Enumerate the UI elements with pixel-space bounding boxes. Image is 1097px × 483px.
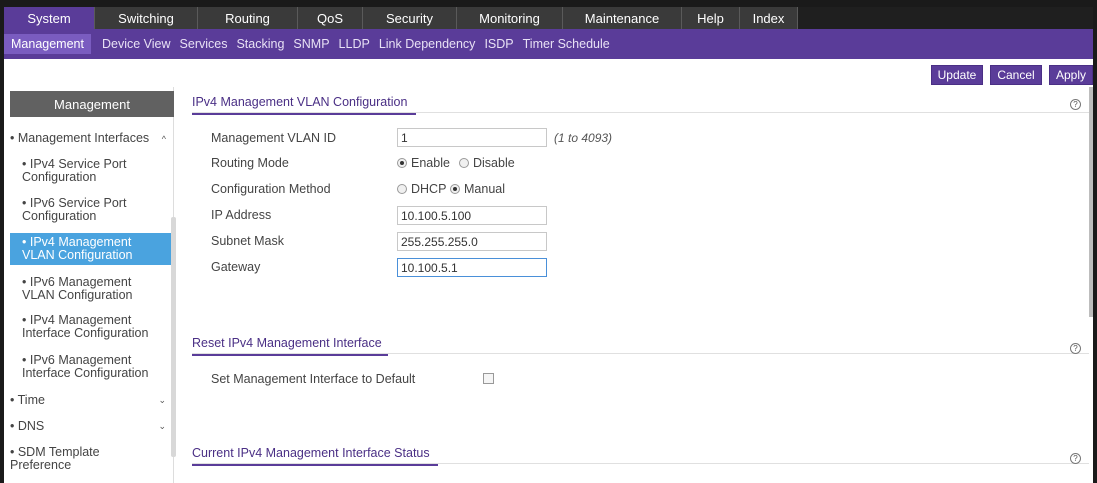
sidebar-item-label: • Management Interfaces	[10, 131, 150, 145]
label-ip-address: IP Address	[211, 208, 272, 222]
section-title-vlan-config: IPv4 Management VLAN Configuration	[192, 95, 416, 115]
routing-enable-radio[interactable]	[397, 158, 407, 168]
subnav-stacking[interactable]: Stacking	[236, 37, 284, 51]
sidebar-scrollbar[interactable]	[171, 217, 176, 457]
subnav-services[interactable]: Services	[180, 37, 228, 51]
sidebar-item-ipv6-service-port[interactable]: • IPv6 Service Port Configuration	[10, 197, 160, 223]
sidebar-item-sdm-template[interactable]: • SDM Template Preference	[10, 446, 130, 472]
subnav-lldp[interactable]: LLDP	[339, 37, 370, 51]
chevron-down-icon[interactable]: ⌄	[158, 394, 166, 407]
label-set-default: Set Management Interface to Default	[211, 372, 416, 386]
sidebar-title: Management	[10, 91, 174, 117]
subnav-management[interactable]: Management	[4, 34, 91, 54]
help-icon[interactable]: ?	[1070, 99, 1081, 110]
tab-index[interactable]: Index	[740, 7, 798, 29]
label-config-method: Configuration Method	[211, 182, 331, 196]
tab-qos[interactable]: QoS	[298, 7, 363, 29]
label-routing-mode: Routing Mode	[211, 156, 289, 170]
method-manual-radio[interactable]	[450, 184, 460, 194]
sidebar-item-management-interfaces[interactable]: • Management Interfaces ^	[10, 132, 174, 145]
method-manual-label: Manual	[464, 182, 505, 196]
tab-routing[interactable]: Routing	[198, 7, 298, 29]
routing-enable-label: Enable	[411, 156, 450, 170]
sidebar-item-time[interactable]: • Time ⌄	[10, 394, 174, 407]
ip-address-input[interactable]: 10.100.5.100	[397, 206, 547, 225]
sidebar-item-ipv4-service-port[interactable]: • IPv4 Service Port Configuration	[10, 158, 160, 184]
routing-disable-radio[interactable]	[459, 158, 469, 168]
update-button[interactable]: Update	[931, 65, 983, 85]
tab-help[interactable]: Help	[682, 7, 740, 29]
tab-security[interactable]: Security	[363, 7, 457, 29]
label-subnet-mask: Subnet Mask	[211, 234, 284, 248]
subnet-mask-input[interactable]: 255.255.255.0	[397, 232, 547, 251]
method-dhcp-label: DHCP	[411, 182, 447, 196]
action-bar: Update Cancel Apply	[4, 59, 1093, 87]
tab-system[interactable]: System	[4, 7, 95, 29]
vlan-id-range-hint: (1 to 4093)	[554, 131, 613, 145]
top-nav: System Switching Routing QoS Security Mo…	[4, 0, 1093, 29]
sidebar-item-ipv4-mgmt-vlan[interactable]: • IPv4 Management VLAN Configuration	[10, 233, 174, 265]
chevron-down-icon[interactable]: ⌄	[158, 420, 166, 433]
sidebar-item-dns[interactable]: • DNS ⌄	[10, 420, 174, 433]
tab-switching[interactable]: Switching	[95, 7, 198, 29]
tab-maintenance[interactable]: Maintenance	[563, 7, 682, 29]
label-vlan-id: Management VLAN ID	[211, 131, 337, 145]
sub-nav: Management Device View Services Stacking…	[4, 29, 1093, 59]
section-title-reset: Reset IPv4 Management Interface	[192, 336, 388, 356]
help-icon[interactable]: ?	[1070, 343, 1081, 354]
subnav-link-dependency[interactable]: Link Dependency	[379, 37, 476, 51]
main-content: IPv4 Management VLAN Configuration ? Man…	[184, 87, 1093, 483]
chevron-up-icon[interactable]: ^	[162, 133, 166, 146]
apply-button[interactable]: Apply	[1049, 65, 1093, 85]
sidebar-item-label: • DNS	[10, 419, 45, 433]
gateway-input[interactable]: 10.100.5.1	[397, 258, 547, 277]
vlan-id-input[interactable]: 1	[397, 128, 547, 147]
tab-monitoring[interactable]: Monitoring	[457, 7, 563, 29]
section-title-status: Current IPv4 Management Interface Status	[192, 446, 438, 466]
subnav-device-view[interactable]: Device View	[102, 37, 171, 51]
set-default-checkbox[interactable]	[483, 373, 494, 384]
sidebar-item-ipv4-mgmt-interface[interactable]: • IPv4 Management Interface Configuratio…	[10, 314, 170, 340]
method-dhcp-radio[interactable]	[397, 184, 407, 194]
cancel-button[interactable]: Cancel	[990, 65, 1042, 85]
subnav-isdp[interactable]: ISDP	[484, 37, 513, 51]
routing-disable-label: Disable	[473, 156, 515, 170]
label-gateway: Gateway	[211, 260, 261, 274]
help-icon[interactable]: ?	[1070, 453, 1081, 464]
main-scrollbar[interactable]	[1089, 87, 1093, 317]
sidebar-item-ipv6-mgmt-vlan[interactable]: • IPv6 Management VLAN Configuration	[10, 276, 160, 302]
sidebar-item-label: • Time	[10, 393, 45, 407]
subnav-timer-schedule[interactable]: Timer Schedule	[523, 37, 610, 51]
sidebar-item-label: • IPv4 Management VLAN Configuration	[22, 235, 133, 262]
sidebar: Management • Management Interfaces ^ • I…	[4, 87, 174, 483]
subnav-snmp[interactable]: SNMP	[293, 37, 329, 51]
sidebar-item-ipv6-mgmt-interface[interactable]: • IPv6 Management Interface Configuratio…	[10, 354, 170, 380]
